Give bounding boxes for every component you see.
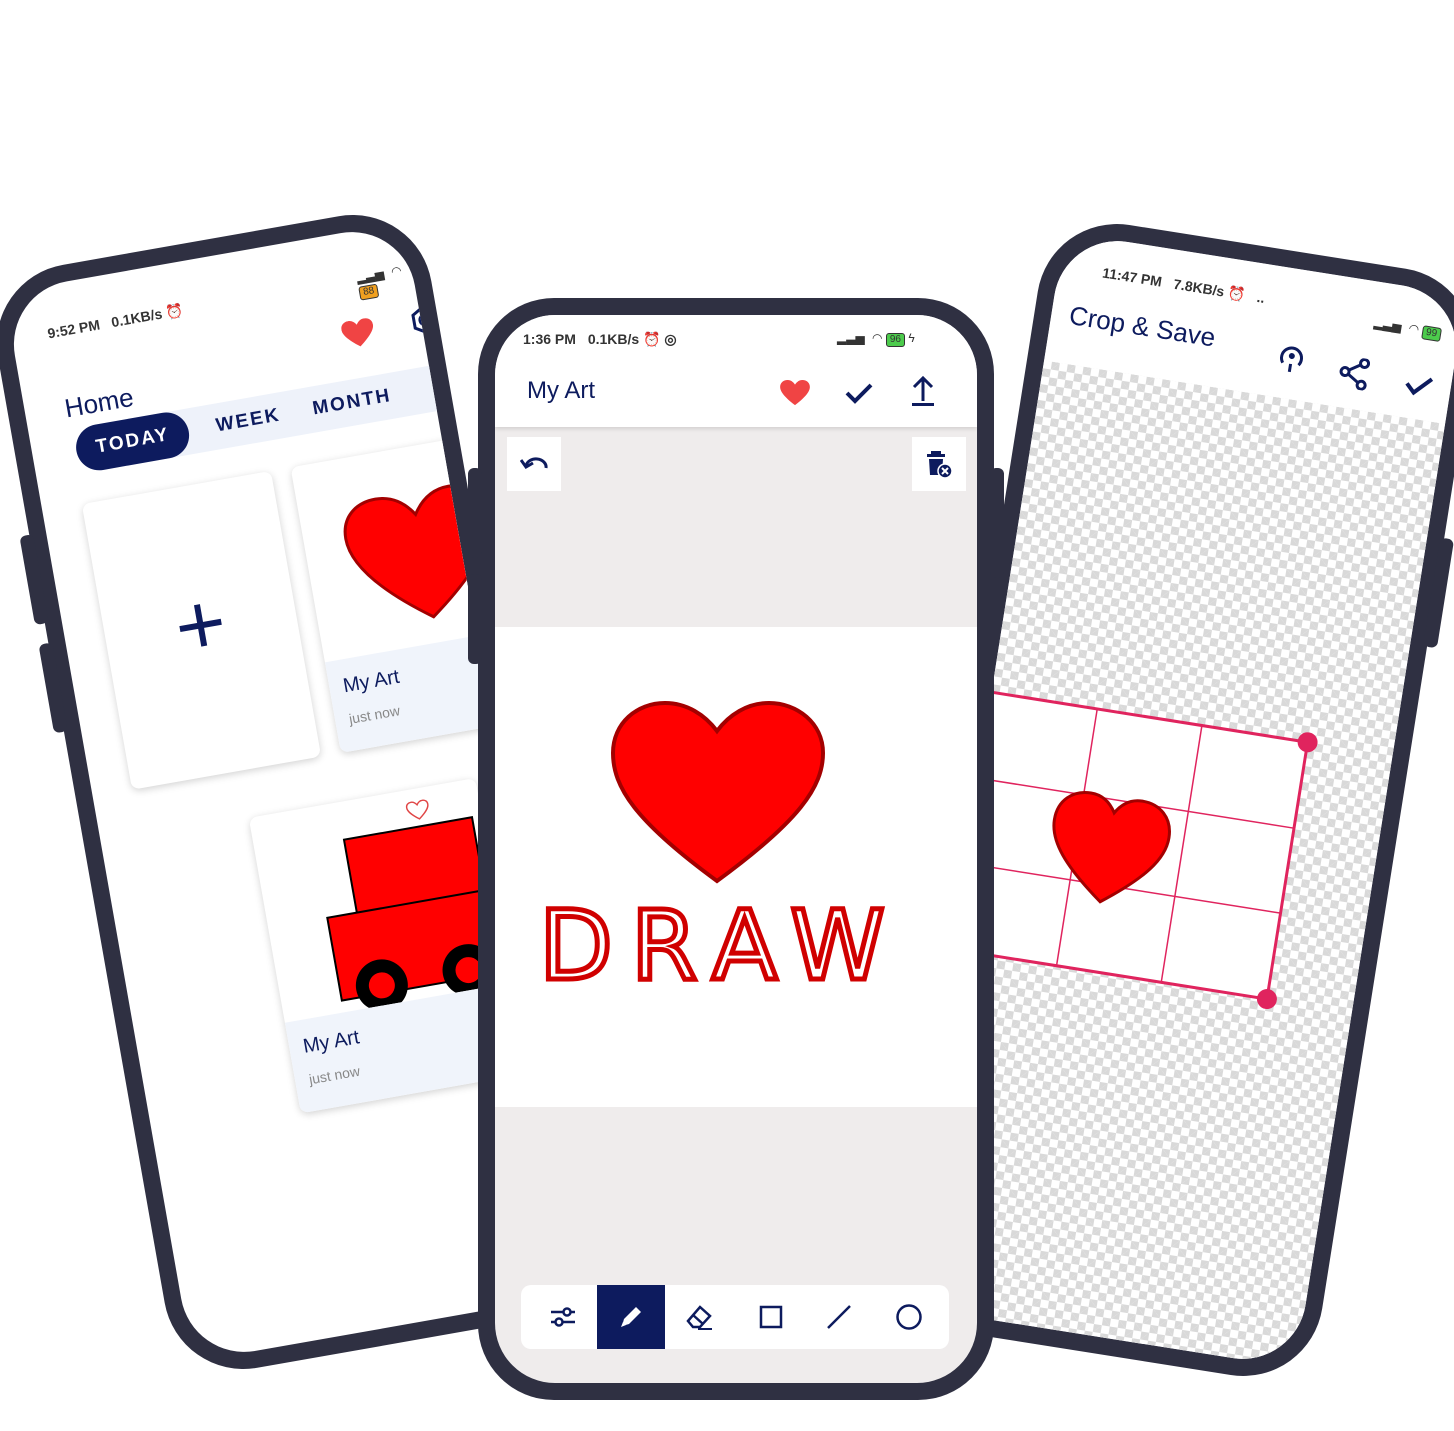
sliders-icon [551, 1307, 575, 1327]
canvas-drawing: DRAW [537, 700, 903, 1005]
tab-week[interactable]: WEEK [212, 393, 284, 450]
drawing-toolbar [521, 1285, 949, 1349]
status-icons: ▂▃▅ ◠ 96 ϟ [837, 331, 915, 347]
page-title: Crop & Save [1067, 299, 1218, 353]
sync-icon: ◎ [664, 331, 677, 347]
circle-tool-button[interactable] [875, 1285, 943, 1349]
undo-button[interactable] [507, 437, 561, 491]
favorite-outline-icon[interactable] [402, 796, 434, 824]
side-button [468, 574, 482, 664]
alarm-icon: ⏰ [164, 301, 185, 321]
side-button [990, 468, 1004, 578]
status-speed: 7.8KB/s [1172, 275, 1226, 300]
rectangle-tool-button[interactable] [737, 1285, 805, 1349]
line-icon [827, 1305, 851, 1329]
pencil-icon [621, 1307, 641, 1327]
tab-month[interactable]: MONTH [309, 373, 395, 432]
delete-icon [912, 437, 966, 491]
side-button [19, 534, 49, 626]
phone-editor: 1:36 PM 0.1KB/s ⏰ ◎ ▂▃▅ ◠ 96 ϟ My Art DR… [468, 298, 1004, 1400]
battery-indicator: 99 [1420, 325, 1443, 343]
square-icon [759, 1305, 783, 1329]
page-title: Home [62, 381, 136, 424]
battery-indicator: 88 [358, 283, 380, 301]
alarm-icon: ⏰ [643, 331, 661, 347]
drawing-text: DRAW [539, 890, 903, 1002]
line-tool-button[interactable] [805, 1285, 873, 1349]
circle-icon [896, 1304, 922, 1330]
favorite-heart-icon[interactable] [775, 373, 815, 413]
drawing-canvas[interactable]: DRAW [495, 627, 977, 1107]
signal-icon: ▂▃▅ [1372, 315, 1403, 334]
signal-icon: ▂▃▅ [355, 266, 386, 285]
share-icon[interactable] [1331, 350, 1377, 396]
page-title: My Art [527, 377, 596, 404]
status-icons: ▂▃▅ ◠ 88 [355, 261, 415, 301]
status-bar: 9:52 PM 0.1KB/s ⏰ [46, 302, 184, 343]
status-time: 9:52 PM [46, 316, 102, 342]
undo-icon [507, 437, 561, 491]
side-button [468, 468, 482, 558]
settings-gear-icon[interactable] [399, 294, 450, 345]
status-time: 1:36 PM [523, 331, 576, 347]
editor-screen: 1:36 PM 0.1KB/s ⏰ ◎ ▂▃▅ ◠ 96 ϟ My Art DR… [495, 315, 977, 1383]
check-icon[interactable] [1396, 362, 1442, 408]
pencil-tool-button[interactable] [597, 1285, 665, 1349]
adjust-tool-button[interactable] [529, 1285, 597, 1349]
wifi-icon: ◠ [1407, 321, 1421, 337]
status-extra: .. [1255, 288, 1267, 306]
status-bar: 11:47 PM 7.8KB/s ⏰ .. [1101, 264, 1266, 306]
wifi-icon: ◠ [389, 263, 403, 279]
card-title: My Art [301, 1026, 362, 1058]
battery-indicator: 96 [885, 333, 905, 347]
app-bar: 1:36 PM 0.1KB/s ⏰ ◎ ▂▃▅ ◠ 96 ϟ My Art [495, 315, 977, 427]
favorites-heart-icon[interactable] [333, 308, 384, 359]
charging-icon: ϟ [908, 331, 915, 345]
check-icon[interactable] [839, 373, 879, 413]
status-icons: ▂▃▅ ◠ 99 [1372, 315, 1443, 343]
status-speed: 0.1KB/s [110, 305, 164, 331]
wifi-icon: ◠ [872, 331, 883, 345]
new-art-card[interactable] [81, 470, 322, 790]
upload-icon[interactable] [903, 371, 943, 411]
card-title: My Art [341, 665, 402, 698]
card-timestamp: just now [347, 702, 402, 727]
clear-canvas-button[interactable] [912, 437, 966, 491]
status-bar: 1:36 PM 0.1KB/s ⏰ ◎ [523, 331, 677, 348]
eraser-icon [686, 1305, 712, 1330]
card-timestamp: just now [307, 1062, 362, 1088]
side-button [38, 642, 68, 734]
alarm-icon: ⏰ [1226, 284, 1247, 303]
rotate-icon[interactable] [1268, 336, 1314, 382]
status-time: 11:47 PM [1101, 264, 1164, 290]
status-speed: 0.1KB/s [587, 331, 640, 347]
side-button [1423, 537, 1454, 649]
eraser-tool-button[interactable] [665, 1285, 733, 1349]
signal-icon: ▂▃▅ [837, 331, 865, 345]
plus-icon [166, 591, 236, 661]
